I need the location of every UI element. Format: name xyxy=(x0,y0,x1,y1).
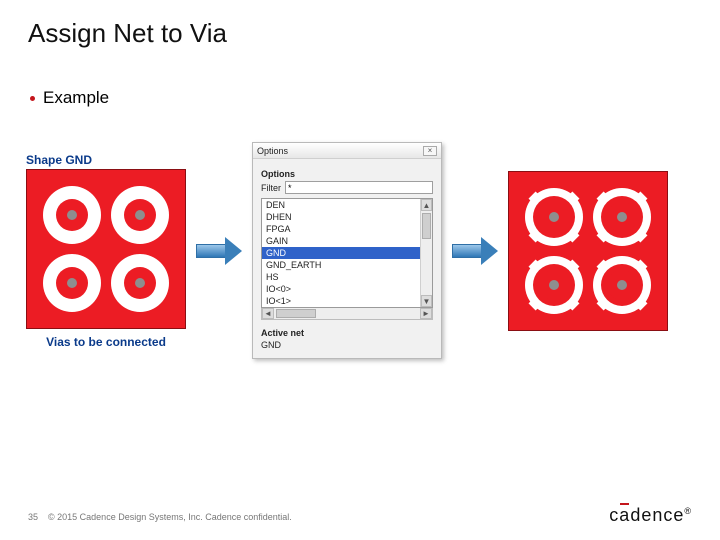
via-after xyxy=(593,256,651,314)
options-window-title: Options xyxy=(257,146,288,156)
logo-part: dence xyxy=(630,505,684,525)
after-board xyxy=(508,171,668,331)
via-after xyxy=(525,256,583,314)
scroll-thumb[interactable] xyxy=(422,213,431,239)
via-before xyxy=(43,186,101,244)
arrow-icon xyxy=(196,237,242,265)
shape-gnd-label: Shape GND xyxy=(26,153,92,167)
active-net-label: Active net xyxy=(261,328,433,338)
example-stage: Shape GND Vias to be connected Options ×… xyxy=(26,142,694,359)
footer: 35 © 2015 Cadence Design Systems, Inc. C… xyxy=(28,512,292,522)
active-net-value: GND xyxy=(261,340,433,350)
scroll-down-icon[interactable]: ▼ xyxy=(421,295,432,307)
scroll-right-icon[interactable]: ► xyxy=(420,308,432,319)
net-list-item[interactable]: DEN xyxy=(262,199,420,211)
after-panel-column xyxy=(508,171,668,331)
logo-a-accent: a xyxy=(619,505,630,526)
cadence-logo: cadence® xyxy=(609,505,692,526)
net-list-item[interactable]: IO<0> xyxy=(262,283,420,295)
net-list-item[interactable]: DHEN xyxy=(262,211,420,223)
logo-part: c xyxy=(609,505,619,525)
options-window: Options × Options Filter DENDHENFPGAGAIN… xyxy=(252,142,442,359)
filter-input[interactable] xyxy=(285,181,433,194)
net-list-item[interactable]: HS xyxy=(262,271,420,283)
net-list-item[interactable]: FPGA xyxy=(262,223,420,235)
page-number: 35 xyxy=(28,512,38,522)
net-list-item[interactable]: GND xyxy=(262,247,420,259)
net-listbox[interactable]: DENDHENFPGAGAINGNDGND_EARTHHSIO<0>IO<1>I… xyxy=(261,198,433,308)
filter-label: Filter xyxy=(261,183,281,193)
net-list-item[interactable]: GND_EARTH xyxy=(262,259,420,271)
slide-title: Assign Net to Via xyxy=(28,18,227,49)
options-titlebar: Options × xyxy=(253,143,441,159)
via-after xyxy=(593,188,651,246)
horizontal-scrollbar[interactable]: ◄ ► xyxy=(261,308,433,320)
options-heading: Options xyxy=(261,169,433,179)
via-before xyxy=(43,254,101,312)
net-list-item[interactable]: GAIN xyxy=(262,235,420,247)
via-before xyxy=(111,186,169,244)
copyright: © 2015 Cadence Design Systems, Inc. Cade… xyxy=(48,512,292,522)
example-bullet: Example xyxy=(30,88,109,108)
scroll-up-icon[interactable]: ▲ xyxy=(421,199,432,211)
via-before xyxy=(111,254,169,312)
before-panel-column: Shape GND Vias to be connected xyxy=(26,153,186,349)
net-list-item[interactable]: IO<1> xyxy=(262,295,420,307)
scroll-left-icon[interactable]: ◄ xyxy=(262,308,274,319)
hscroll-thumb[interactable] xyxy=(276,309,316,318)
vertical-scrollbar[interactable]: ▲ ▼ xyxy=(420,199,432,307)
close-icon[interactable]: × xyxy=(423,146,437,156)
arrow-icon xyxy=(452,237,498,265)
bullet-text: Example xyxy=(43,88,109,108)
bullet-icon xyxy=(30,96,35,101)
via-after xyxy=(525,188,583,246)
before-board xyxy=(26,169,186,329)
registered-icon: ® xyxy=(684,506,692,516)
before-caption: Vias to be connected xyxy=(46,335,166,349)
